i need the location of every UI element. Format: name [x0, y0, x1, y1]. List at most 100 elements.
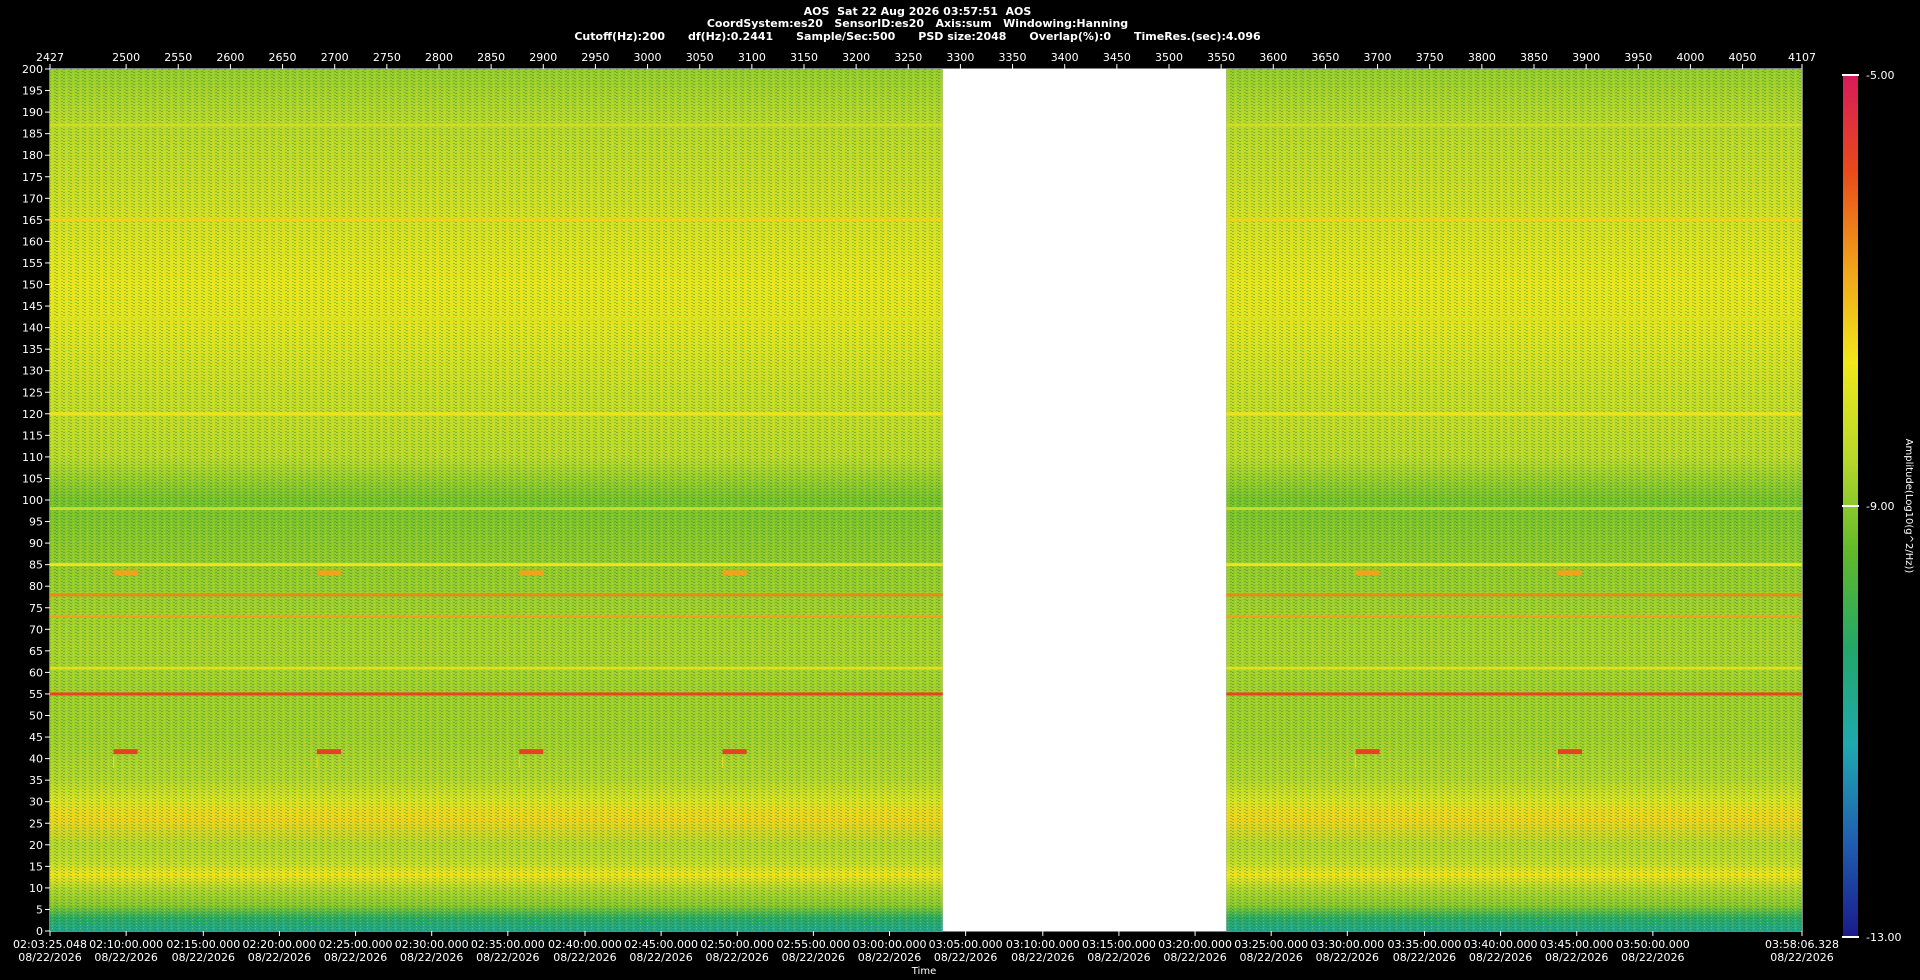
time-tick-label: 02:03:25.048	[13, 938, 87, 951]
y-tick-label: 60	[29, 666, 43, 679]
top-tick-label: 4107	[1788, 51, 1816, 64]
date-tick-label: 08/22/2026	[706, 951, 769, 964]
time-tick-label: 02:20:00.000	[242, 938, 316, 951]
time-tick-label: 03:45:00.000	[1540, 938, 1614, 951]
burst-mark	[1355, 570, 1380, 576]
tonal-line	[50, 692, 943, 696]
y-tick-label: 200	[22, 63, 43, 76]
top-tick-label: 3650	[1311, 51, 1339, 64]
tonal-line	[50, 123, 943, 127]
top-tick-label: 4050	[1729, 51, 1757, 64]
y-tick-label: 160	[22, 235, 43, 248]
spectrogram-image	[50, 69, 1802, 931]
top-tick-label: 3300	[946, 51, 974, 64]
time-tick-label: 02:15:00.000	[166, 938, 240, 951]
top-tick-label: 2700	[321, 51, 349, 64]
burst-mark	[113, 749, 138, 755]
burst-mark	[113, 570, 138, 576]
time-tick-label: 03:40:00.000	[1464, 938, 1538, 951]
top-tick-label: 2550	[164, 51, 192, 64]
y-tick-label: 10	[29, 882, 43, 895]
date-tick-label: 08/22/2026	[1087, 951, 1150, 964]
time-tick-label: 03:25:00.000	[1234, 938, 1308, 951]
tonal-line	[50, 593, 943, 597]
top-tick-label: 3700	[1364, 51, 1392, 64]
tonal-line	[50, 412, 943, 416]
y-tick-label: 0	[36, 925, 43, 938]
time-tick-label: 02:55:00.000	[776, 938, 850, 951]
date-tick-label: 08/22/2026	[94, 951, 157, 964]
spectrogram-chart: 2427 2500 2550 2600 2650 2700 2750 2800 2850 2900…	[13, 51, 1914, 977]
time-tick-label: 02:45:00.000	[624, 938, 698, 951]
burst-mark	[519, 749, 544, 755]
top-tick-label: 2800	[425, 51, 453, 64]
top-tick-label: 3850	[1520, 51, 1548, 64]
top-tick-label: 3550	[1207, 51, 1235, 64]
y-tick-label: 15	[29, 860, 43, 873]
tonal-line	[1226, 692, 1802, 696]
y-tick-label: 70	[29, 623, 43, 636]
y-tick-label: 40	[29, 753, 43, 766]
y-tick-label: 135	[22, 343, 43, 356]
top-tick-label: 3750	[1416, 51, 1444, 64]
y-tick-label: 120	[22, 408, 43, 421]
time-tick-label: 03:00:00.000	[853, 938, 927, 951]
y-tick-label: 150	[22, 279, 43, 292]
colorbar-tick-label: -9.00	[1866, 500, 1894, 513]
y-tick-label: 75	[29, 602, 43, 615]
date-tick-label: 08/22/2026	[782, 951, 845, 964]
y-tick-label: 90	[29, 537, 43, 550]
burst-mark	[316, 570, 341, 576]
y-tick-label: 165	[22, 214, 43, 227]
top-tick-label: 3200	[842, 51, 870, 64]
date-tick-label: 08/22/2026	[629, 951, 692, 964]
time-tick-label: 03:58:06.328	[1765, 938, 1839, 951]
time-tick-label: 03:35:00.000	[1388, 938, 1462, 951]
y-tick-label: 115	[22, 429, 43, 442]
tonal-line	[50, 614, 943, 618]
colorbar-tick-label: -13.00	[1866, 931, 1901, 944]
top-tick-label: 3600	[1259, 51, 1287, 64]
top-tick-label: 2900	[529, 51, 557, 64]
y-tick-label: 140	[22, 322, 43, 335]
burst-mark	[1557, 570, 1582, 576]
colorbar: -5.00 -9.00 -13.00	[1842, 69, 1901, 944]
burst-mark	[722, 749, 747, 755]
top-tick-label: 2500	[112, 51, 140, 64]
time-tick-label: 02:25:00.000	[319, 938, 393, 951]
time-tick-label: 03:20:00.000	[1158, 938, 1232, 951]
top-tick-label: 3000	[634, 51, 662, 64]
tonal-line	[1226, 218, 1802, 222]
date-tick-label: 08/22/2026	[1393, 951, 1456, 964]
y-tick-label: 145	[22, 300, 43, 313]
time-tick-label: 02:50:00.000	[700, 938, 774, 951]
burst-mark	[316, 749, 341, 755]
y-tick-label: 110	[22, 451, 43, 464]
date-tick-label: 08/22/2026	[18, 951, 81, 964]
tonal-line	[1226, 412, 1802, 416]
y-tick-label: 80	[29, 580, 43, 593]
y-tick-label: 195	[22, 85, 43, 98]
tonal-line	[1226, 563, 1802, 567]
top-tick-label: 2850	[477, 51, 505, 64]
top-tick-label: 4000	[1676, 51, 1704, 64]
top-tick-label: 3900	[1572, 51, 1600, 64]
y-tick-label: 35	[29, 774, 43, 787]
burst-mark	[1355, 749, 1380, 755]
date-tick-label: 08/22/2026	[248, 951, 311, 964]
y-tick-label: 25	[29, 817, 43, 830]
y-tick-label: 185	[22, 128, 43, 141]
date-tick-label: 08/22/2026	[1316, 951, 1379, 964]
tonal-line	[50, 666, 943, 670]
spectrogram-noise-2	[1226, 69, 1802, 931]
date-tick-label: 08/22/2026	[1239, 951, 1302, 964]
top-tick-label: 3150	[790, 51, 818, 64]
time-tick-label: 03:15:00.000	[1082, 938, 1156, 951]
time-axis: 02:03:25.04808/22/202602:10:00.00008/22/…	[13, 931, 1839, 964]
y-tick-label: 155	[22, 257, 43, 270]
y-tick-label: 65	[29, 645, 43, 658]
date-tick-label: 08/22/2026	[934, 951, 997, 964]
y-tick-label: 180	[22, 149, 43, 162]
date-tick-label: 08/22/2026	[1163, 951, 1226, 964]
top-tick-label: 3500	[1155, 51, 1183, 64]
